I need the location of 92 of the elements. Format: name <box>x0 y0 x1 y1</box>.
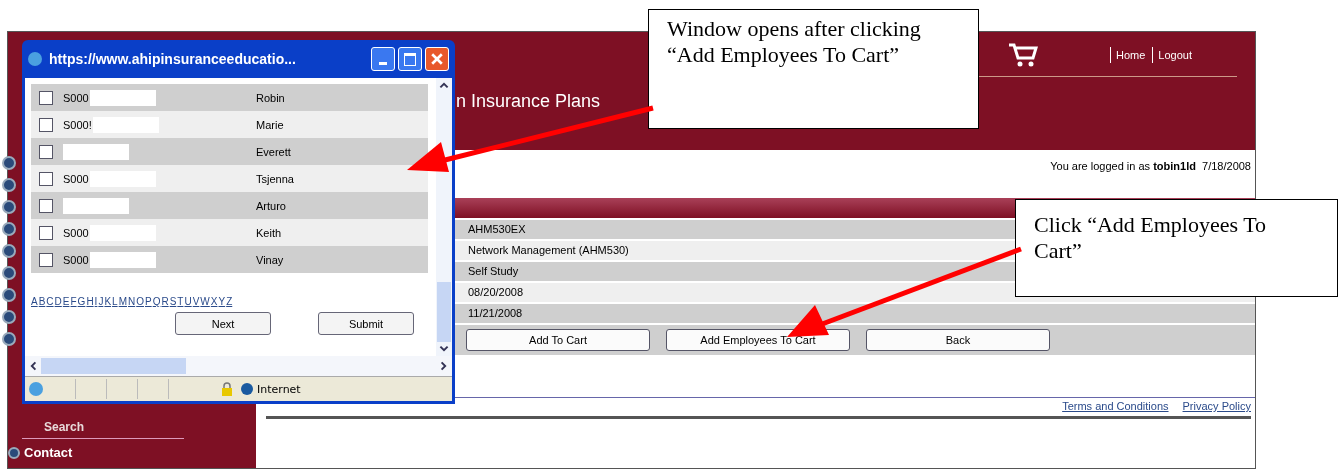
maximize-button[interactable] <box>398 47 422 71</box>
checkbox[interactable] <box>39 144 53 159</box>
letter-link[interactable]: Y <box>218 296 226 307</box>
checkbox[interactable] <box>39 198 53 213</box>
action-button[interactable]: Add Employees To Cart <box>666 329 850 351</box>
bullet-icon <box>2 266 16 280</box>
login-status: You are logged in as tobin1ld 7/18/2008 <box>1050 160 1251 172</box>
employee-id: S000 <box>63 172 89 185</box>
bullet-icon <box>2 332 16 346</box>
redaction-block <box>89 251 156 268</box>
letter-link[interactable]: B <box>38 296 46 307</box>
employee-row[interactable]: S000! Marie <box>31 111 428 138</box>
letter-link[interactable]: T <box>177 296 184 307</box>
letter-link[interactable]: X <box>210 296 218 307</box>
letter-link[interactable]: K <box>104 296 112 307</box>
checkbox[interactable] <box>39 171 53 186</box>
bullet-icon <box>2 156 16 170</box>
page-icon <box>29 382 43 396</box>
close-button[interactable] <box>425 47 449 71</box>
letter-link[interactable]: H <box>86 296 94 307</box>
letter-link[interactable]: O <box>136 296 144 307</box>
letter-link[interactable]: I <box>94 296 98 307</box>
sidebar-item[interactable]: Search <box>22 420 184 439</box>
employee-name: Arturo <box>256 199 286 212</box>
action-button[interactable]: Back <box>866 329 1050 351</box>
bullet-icon <box>2 222 16 236</box>
employee-row[interactable]: S000 Keith <box>31 219 428 246</box>
bullet-icon <box>2 244 16 258</box>
checkbox[interactable] <box>39 225 53 240</box>
footer-link[interactable]: Terms and Conditions <box>1062 400 1169 412</box>
nav-link[interactable]: Home <box>1110 47 1151 63</box>
action-button[interactable]: Add To Cart <box>466 329 650 351</box>
callout-box: Click “Add Employees To Cart” <box>1015 199 1338 297</box>
employee-name: Tsjenna <box>256 172 294 185</box>
checkbox[interactable] <box>39 117 53 132</box>
popup-button[interactable]: Submit <box>318 312 414 335</box>
employee-row[interactable]: Everett <box>31 138 428 165</box>
redaction-block <box>63 197 129 214</box>
letter-link[interactable]: S <box>169 296 177 307</box>
employee-name: Everett <box>256 145 291 158</box>
window-title: https://www.ahipinsuranceeducatio... <box>49 51 297 67</box>
employee-row[interactable]: Arturo <box>31 192 428 219</box>
redaction-block <box>63 143 129 160</box>
popup-button[interactable]: Next <box>175 312 271 335</box>
letter-link[interactable]: C <box>46 296 54 307</box>
security-zone: Internet <box>257 382 301 396</box>
employee-name: Robin <box>256 91 285 104</box>
bullet-icon <box>2 178 16 192</box>
callout-box: Window opens after clicking “Add Employees To Cart” <box>648 9 979 129</box>
letter-link[interactable]: M <box>118 296 127 307</box>
letter-link[interactable]: Q <box>152 296 161 307</box>
sidebar-item[interactable]: Contact <box>24 445 73 460</box>
employee-id: S000 <box>63 91 89 104</box>
page-icon <box>28 52 42 66</box>
scroll-thumb[interactable] <box>437 282 451 342</box>
letter-link[interactable]: P <box>145 296 152 307</box>
letter-link[interactable]: L <box>112 296 118 307</box>
letter-link[interactable]: V <box>192 296 200 307</box>
letter-link[interactable]: U <box>184 296 192 307</box>
site-title: n Insurance Plans <box>456 91 601 111</box>
employee-name: Marie <box>256 118 284 131</box>
nav-link[interactable]: Logout <box>1152 47 1197 63</box>
bullet-icon <box>2 200 16 214</box>
footer-link[interactable]: Privacy Policy <box>1182 400 1251 412</box>
bullet-icon <box>2 288 16 302</box>
minimize-button[interactable] <box>371 47 395 71</box>
letter-link[interactable]: D <box>54 296 62 307</box>
redaction-block <box>89 89 156 106</box>
letter-link[interactable]: F <box>70 296 77 307</box>
letter-link[interactable]: W <box>200 296 210 307</box>
letter-link[interactable]: N <box>127 296 136 307</box>
letter-link[interactable]: G <box>77 296 86 307</box>
letter-link[interactable]: Z <box>226 296 233 307</box>
bullet-icon <box>2 310 16 324</box>
employee-id: S000 <box>63 253 89 266</box>
letter-link[interactable]: A <box>31 296 38 307</box>
scroll-thumb[interactable] <box>41 358 186 374</box>
checkbox[interactable] <box>39 252 53 267</box>
letter-link[interactable]: E <box>62 296 70 307</box>
cart-icon[interactable] <box>1008 42 1038 68</box>
bullet-icon <box>8 446 20 459</box>
employee-row[interactable]: S000 Tsjenna <box>31 165 428 192</box>
employee-id: S000 <box>63 226 89 239</box>
globe-icon <box>241 383 253 395</box>
checkbox[interactable] <box>39 90 53 105</box>
letter-link[interactable]: J <box>98 296 104 307</box>
lock-icon <box>221 382 233 396</box>
close-icon <box>431 53 443 65</box>
letter-link[interactable]: R <box>161 296 169 307</box>
employee-row[interactable]: S000 Robin <box>31 84 428 111</box>
employee-row[interactable]: S000 Vinay <box>31 246 428 273</box>
employee-id: S000! <box>63 118 92 131</box>
